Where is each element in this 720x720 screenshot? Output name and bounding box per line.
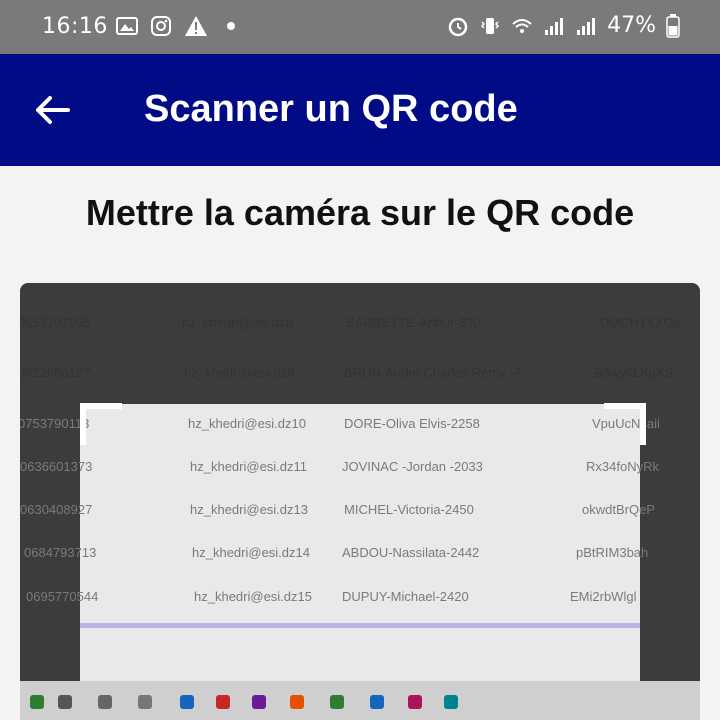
table-row: 0657107095 hz_khedri@esi.dz8 BARBETTE-Ar… <box>20 315 681 330</box>
battery-icon <box>666 13 680 38</box>
signal-icon <box>577 17 596 35</box>
background-taskbar <box>20 681 700 720</box>
instagram-icon <box>151 16 171 36</box>
warning-icon <box>185 16 207 36</box>
arrow-left-icon[interactable] <box>30 88 74 132</box>
table-row: 0753790113 hz_khedri@esi.dz10 DORE-Oliva… <box>20 416 660 431</box>
wifi-icon <box>512 18 532 33</box>
dot-icon <box>227 22 235 30</box>
table-row: 0622686127 hz_khedri@esi.dz9 BRUN-André … <box>20 365 674 380</box>
image-icon <box>116 17 138 35</box>
table-row: 0636601373 hz_khedri@esi.dz11 JOVINAC -J… <box>20 459 659 474</box>
app-bar: Scanner un QR code <box>0 54 720 166</box>
signal-icon <box>545 17 564 35</box>
scan-frame-corner-top-left <box>80 403 122 445</box>
table-row: 0684793713 hz_khedri@esi.dz14 ABDOU-Nass… <box>24 545 649 560</box>
table-row: 0630408927 hz_khedri@esi.dz13 MICHEL-Vic… <box>20 502 655 517</box>
battery-percent: 47% <box>607 13 656 38</box>
screen-divider <box>80 623 640 628</box>
alarm-icon <box>448 17 468 36</box>
page-title: Scanner un QR code <box>144 88 518 130</box>
scan-frame-corner-top-right <box>604 403 646 445</box>
status-time: 16:16 <box>42 14 108 39</box>
camera-preview[interactable]: 0657107095 hz_khedri@esi.dz8 BARBETTE-Ar… <box>20 283 700 720</box>
table-row: 0695770544 hz_khedri@esi.dz15 DUPUY-Mich… <box>26 589 637 604</box>
vibrate-icon <box>481 17 500 34</box>
status-bar: 16:16 47% <box>0 0 720 54</box>
instruction-text: Mettre la caméra sur le QR code <box>85 192 635 233</box>
status-left-icons <box>116 15 242 37</box>
status-right-icons: 47% <box>447 13 680 38</box>
